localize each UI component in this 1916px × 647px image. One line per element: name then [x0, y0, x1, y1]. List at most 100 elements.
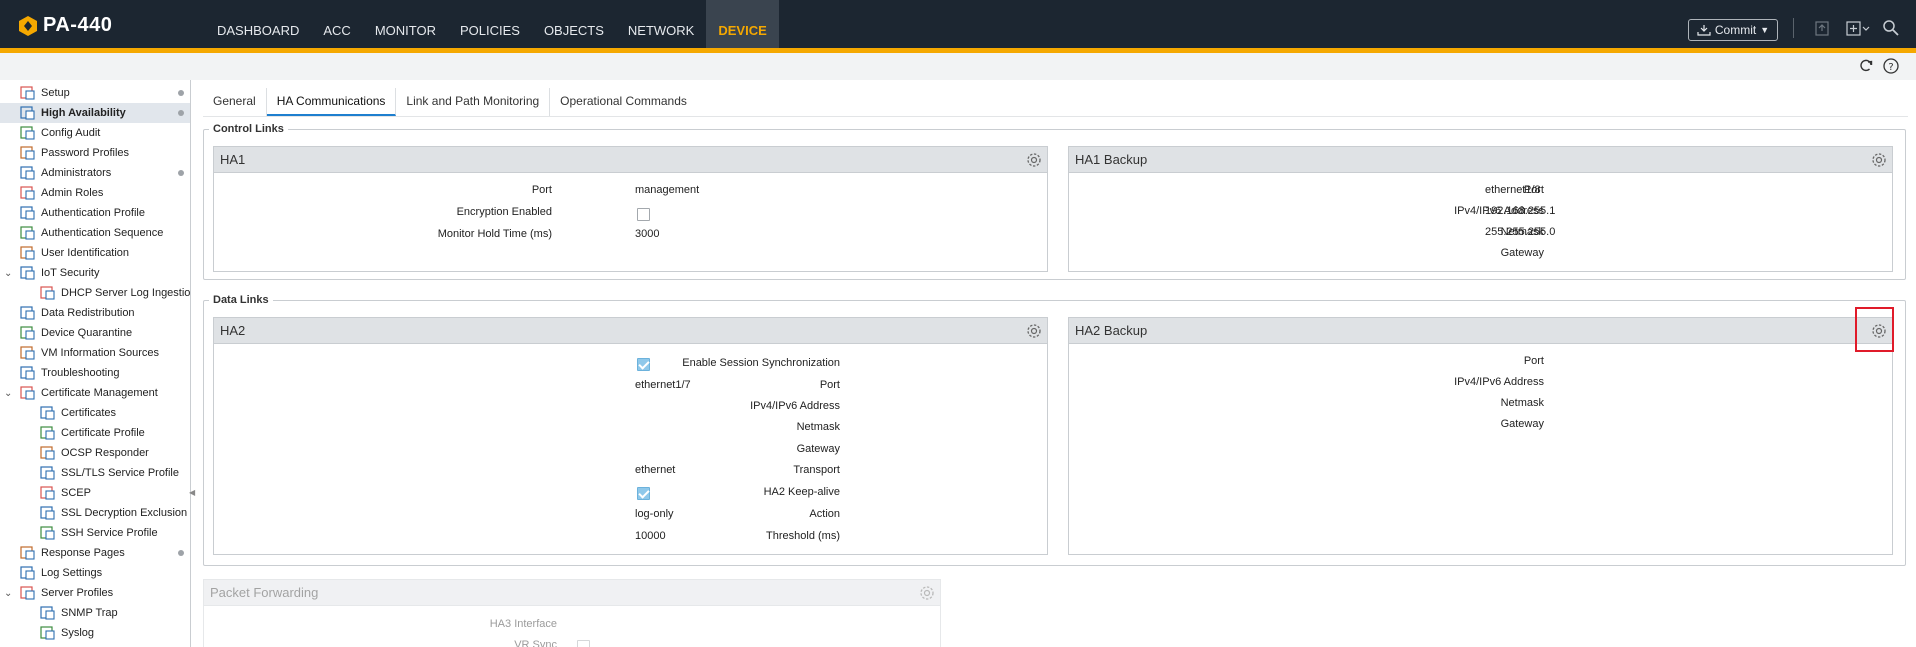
ha2-header: HA2 — [214, 318, 1047, 344]
nav-dashboard[interactable]: DASHBOARD — [205, 0, 311, 48]
sidebar-item-label: SNMP Trap — [61, 607, 118, 619]
gear-icon[interactable] — [1026, 323, 1042, 339]
nav-acc[interactable]: ACC — [311, 0, 362, 48]
sidebar-item-label: User Identification — [41, 247, 130, 259]
svg-text:?: ? — [1888, 62, 1893, 73]
sidebar-item-label: DHCP Server Log Ingestion — [61, 287, 191, 299]
user-identification-icon — [20, 246, 35, 260]
logo-icon — [19, 15, 37, 36]
ha2-backup-panel: HA2 Backup Port IPv4/IPv6 Address Netmas… — [1068, 317, 1893, 555]
snmp-trap-icon — [40, 606, 55, 620]
ha1-panel: HA1 Port management Encryption Enabled M… — [213, 146, 1048, 272]
sidebar-item-response-pages[interactable]: Response Pages — [0, 543, 190, 563]
ha2-backup-port-label: Port — [1523, 355, 1544, 367]
ha2-threshold-value: 10000 — [635, 530, 666, 542]
sidebar-item-dhcp-server-log-ingestion[interactable]: DHCP Server Log Ingestion — [0, 283, 191, 303]
sidebar-item-vm-information-sources[interactable]: VM Information Sources — [0, 343, 190, 363]
admin-roles-icon — [20, 186, 35, 200]
sidebar-item-iot-security[interactable]: ⌄ IoT Security — [0, 263, 190, 283]
ha2-keepalive-checkbox[interactable] — [637, 487, 650, 500]
gear-icon[interactable] — [1871, 152, 1887, 168]
divider — [1793, 18, 1794, 38]
server-profiles-icon — [20, 586, 35, 600]
sidebar-item-admin-roles[interactable]: Admin Roles — [0, 183, 190, 203]
nav-objects[interactable]: OBJECTS — [532, 0, 616, 48]
highlight-box — [1855, 307, 1894, 352]
device-quarantine-icon — [20, 326, 35, 340]
nav-monitor[interactable]: MONITOR — [363, 0, 448, 48]
chevron-down-icon[interactable]: ⌄ — [4, 588, 14, 599]
sidebar-item-label: Log Settings — [41, 567, 103, 579]
nav-policies[interactable]: POLICIES — [448, 0, 532, 48]
sidebar-item-ssh-service-profile[interactable]: SSH Service Profile — [0, 523, 190, 543]
ha2-action-label: Action — [809, 508, 840, 520]
sidebar-item-label: Server Profiles — [41, 587, 114, 599]
sidebar-item-authentication-sequence[interactable]: Authentication Sequence — [0, 223, 190, 243]
collapse-handle-icon[interactable]: ◀ — [189, 488, 195, 502]
sidebar-item-snmp-trap[interactable]: SNMP Trap — [0, 603, 190, 623]
config-lock-icon[interactable] — [1813, 19, 1831, 37]
commit-button[interactable]: Commit ▼ — [1688, 19, 1778, 41]
ha1-encryption-checkbox[interactable] — [637, 208, 650, 221]
chevron-down-icon[interactable]: ⌄ — [4, 388, 14, 399]
tab-bar: General HA Communications Link and Path … — [203, 88, 697, 116]
ha1-header: HA1 — [214, 147, 1047, 173]
ha2-backup-gateway-label: Gateway — [1500, 418, 1544, 430]
sidebar-item-config-audit[interactable]: Config Audit — [0, 123, 190, 143]
sidebar-item-label: Device Quarantine — [41, 327, 133, 339]
sidebar-item-log-settings[interactable]: Log Settings — [0, 563, 190, 583]
tab-divider — [203, 116, 1908, 117]
gear-icon[interactable] — [1026, 152, 1042, 168]
sidebar-item-data-redistribution[interactable]: Data Redistribution — [0, 303, 190, 323]
tab-operational-commands[interactable]: Operational Commands — [550, 88, 697, 116]
sidebar-item-certificate-management[interactable]: ⌄ Certificate Management — [0, 383, 190, 403]
sidebar-item-ocsp-responder[interactable]: OCSP Responder — [0, 443, 190, 463]
sidebar-item-administrators[interactable]: Administrators — [0, 163, 190, 183]
chevron-down-icon[interactable]: ⌄ — [4, 268, 14, 279]
tab-general[interactable]: General — [203, 88, 267, 116]
authentication-sequence-icon — [20, 226, 35, 240]
ha1-hold-label: Monitor Hold Time (ms) — [437, 228, 552, 240]
nav-device[interactable]: DEVICE — [706, 0, 779, 48]
iot-security-icon — [20, 266, 35, 280]
refresh-icon[interactable] — [1857, 57, 1875, 75]
sidebar-item-user-identification[interactable]: User Identification — [0, 243, 190, 263]
sidebar-item-label: Certificates — [61, 407, 117, 419]
ha2-backup-title: HA2 Backup — [1075, 323, 1148, 338]
sidebar-item-label: Admin Roles — [41, 187, 104, 199]
vm-information-sources-icon — [20, 346, 35, 360]
sidebar-item-ssl-tls-service-profile[interactable]: SSL/TLS Service Profile — [0, 463, 190, 483]
search-icon[interactable] — [1882, 19, 1900, 37]
save-icon[interactable] — [1845, 19, 1871, 37]
password-profiles-icon — [20, 146, 35, 160]
ha2-netmask-label: Netmask — [796, 421, 840, 433]
ha2-action-value: log-only — [635, 508, 674, 520]
sidebar-item-syslog[interactable]: Syslog — [0, 623, 190, 643]
ha2-backup-netmask-label: Netmask — [1500, 397, 1544, 409]
sidebar-item-certificate-profile[interactable]: Certificate Profile — [0, 423, 190, 443]
help-icon[interactable]: ? — [1882, 57, 1900, 75]
sidebar-item-server-profiles[interactable]: ⌄ Server Profiles — [0, 583, 190, 603]
packet-forwarding-title: Packet Forwarding — [210, 585, 319, 600]
ha3-interface-label: HA3 Interface — [489, 618, 557, 630]
sidebar-item-high-availability[interactable]: High Availability — [0, 103, 190, 123]
sidebar-item-scep[interactable]: SCEP — [0, 483, 190, 503]
data-redistribution-icon — [20, 306, 35, 320]
tab-link-path-monitoring[interactable]: Link and Path Monitoring — [396, 88, 551, 116]
sidebar-item-setup[interactable]: Setup — [0, 83, 190, 103]
status-dot — [178, 550, 184, 556]
sidebar-item-certificates[interactable]: Certificates — [0, 403, 190, 423]
sidebar-item-authentication-profile[interactable]: Authentication Profile — [0, 203, 190, 223]
nav-network[interactable]: NETWORK — [616, 0, 706, 48]
sidebar-item-troubleshooting[interactable]: Troubleshooting — [0, 363, 190, 383]
sidebar-item-password-profiles[interactable]: Password Profiles — [0, 143, 190, 163]
ha2-port-label: Port — [819, 379, 840, 391]
sidebar-item-ssl-decryption-exclusion[interactable]: SSL Decryption Exclusion — [0, 503, 190, 523]
tab-ha-communications[interactable]: HA Communications — [266, 88, 397, 116]
ocsp-responder-icon — [40, 446, 55, 460]
ha2-sync-checkbox[interactable] — [637, 358, 650, 371]
ha1-port-value: management — [635, 184, 700, 196]
sidebar-item-device-quarantine[interactable]: Device Quarantine — [0, 323, 190, 343]
ha1-backup-title: HA1 Backup — [1075, 152, 1148, 167]
ha2-gateway-label: Gateway — [796, 443, 840, 455]
